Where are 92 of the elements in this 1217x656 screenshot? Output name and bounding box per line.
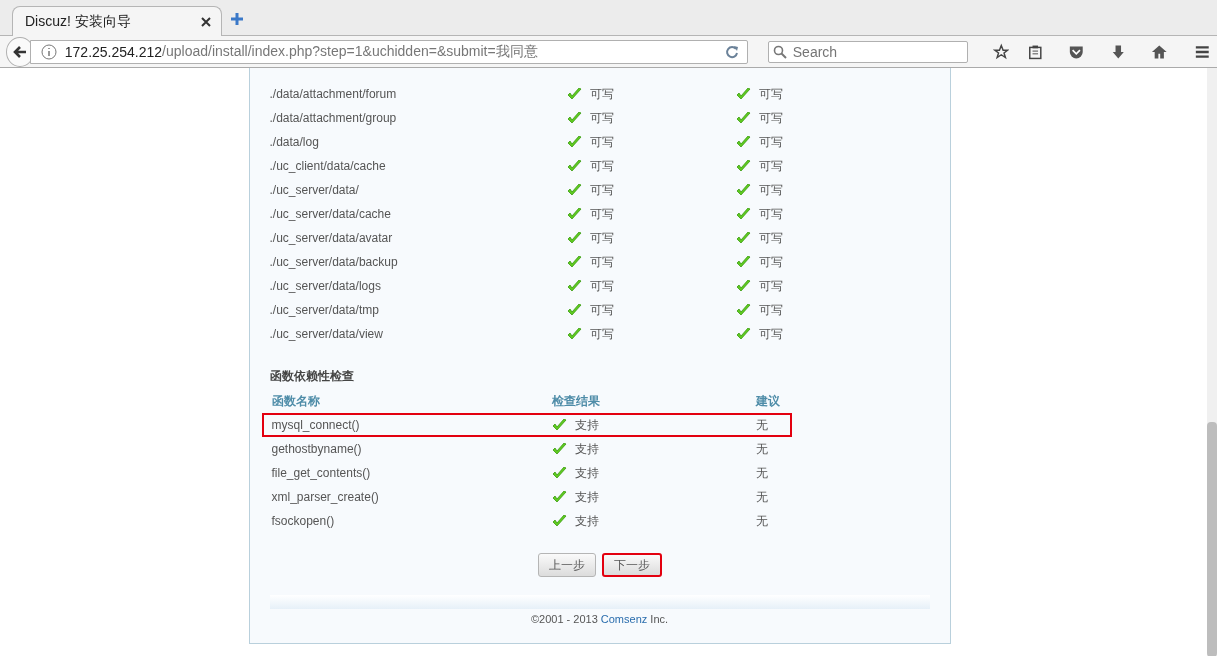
company-link[interactable]: Comsenz (600, 613, 648, 625)
directory-path: ./uc_server/data/tmp (269, 303, 380, 317)
check-icon (735, 279, 751, 293)
status-text: 可写 (758, 301, 783, 319)
column-header: 建议 (755, 392, 781, 410)
status-text: 支持 (574, 488, 599, 506)
check-icon (566, 279, 582, 293)
check-icon (566, 111, 582, 125)
status-text: 可写 (758, 85, 783, 103)
address-field[interactable]: 172.25.254.212/upload/install/index.php?step=1&uchidden=&submit=我同意 (29, 39, 748, 64)
advice-text: 无 (755, 512, 769, 530)
check-icon (735, 255, 751, 269)
status-text: 可写 (589, 229, 614, 247)
previous-button[interactable]: 上一步 (537, 553, 596, 577)
function-name: gethostbyname() (271, 442, 363, 456)
info-icon[interactable] (40, 43, 57, 60)
status-text: 可写 (758, 205, 783, 223)
status-text: 可写 (589, 85, 614, 103)
status-text: 可写 (589, 325, 614, 343)
status-text: 可写 (758, 157, 783, 175)
status-text: 可写 (589, 181, 614, 199)
status-text: 可写 (758, 325, 783, 343)
check-icon (735, 207, 751, 221)
check-icon (566, 303, 582, 317)
advice-text: 无 (755, 440, 769, 458)
check-icon (735, 183, 751, 197)
check-icon (566, 327, 582, 341)
status-text: 支持 (574, 416, 599, 434)
advice-text: 无 (755, 416, 769, 434)
function-name: xml_parser_create() (271, 490, 380, 504)
status-text: 可写 (589, 277, 614, 295)
function-name: mysql_connect() (271, 418, 361, 432)
check-icon (566, 135, 582, 149)
status-text: 可写 (589, 205, 614, 223)
directory-path: ./uc_server/data/view (269, 327, 384, 341)
check-icon (735, 231, 751, 245)
status-text: 支持 (574, 464, 599, 482)
check-icon (566, 255, 582, 269)
column-header: 函数名称 (271, 392, 321, 410)
close-icon[interactable] (201, 16, 211, 27)
status-text: 可写 (589, 157, 614, 175)
column-header: 检查结果 (551, 392, 601, 410)
status-text: 可写 (758, 133, 783, 151)
check-icon (551, 442, 567, 456)
status-text: 可写 (758, 277, 783, 295)
star-icon[interactable] (992, 42, 1010, 61)
directory-path: ./data/attachment/forum (269, 87, 398, 101)
directory-path: ./uc_server/data/ (269, 183, 360, 197)
status-text: 可写 (589, 133, 614, 151)
directory-path: ./uc_server/data/backup (269, 255, 399, 269)
next-button[interactable]: 下一步 (601, 553, 662, 577)
copyright-text: ©2001 - 2013 Comsenz Inc. (530, 613, 669, 625)
check-icon (735, 111, 751, 125)
check-icon (566, 207, 582, 221)
status-text: 可写 (758, 229, 783, 247)
check-icon (566, 159, 582, 173)
advice-text: 无 (755, 464, 769, 482)
check-icon (551, 490, 567, 504)
check-icon (735, 135, 751, 149)
reload-icon[interactable] (724, 44, 739, 59)
check-icon (566, 231, 582, 245)
directory-path: ./uc_server/data/cache (269, 207, 392, 221)
section-title: 函数依赖性检查 (269, 368, 355, 385)
check-icon (551, 418, 567, 432)
status-text: 支持 (574, 440, 599, 458)
back-arrow-icon[interactable] (11, 43, 28, 60)
check-icon (566, 87, 582, 101)
check-icon (551, 466, 567, 480)
directory-path: ./uc_server/data/logs (269, 279, 382, 293)
function-name: file_get_contents() (271, 466, 372, 480)
status-text: 可写 (758, 253, 783, 271)
directory-path: ./data/log (269, 135, 320, 149)
check-icon (566, 183, 582, 197)
directory-path: ./uc_server/data/avatar (269, 231, 394, 245)
directory-path: ./data/attachment/group (269, 111, 398, 125)
check-icon (735, 303, 751, 317)
check-icon (735, 159, 751, 173)
plus-icon[interactable] (230, 12, 244, 26)
check-icon (735, 87, 751, 101)
status-text: 可写 (589, 301, 614, 319)
check-icon (735, 327, 751, 341)
check-icon (551, 514, 567, 528)
status-text: 支持 (574, 512, 599, 530)
status-text: 可写 (758, 181, 783, 199)
status-text: 可写 (589, 253, 614, 271)
function-name: fsockopen() (271, 514, 336, 528)
search-field[interactable]: Search (767, 40, 968, 63)
advice-text: 无 (755, 488, 769, 506)
directory-path: ./uc_client/data/cache (269, 159, 387, 173)
browser-tab[interactable]: Discuz! 安装向导 (12, 6, 222, 36)
status-text: 可写 (589, 109, 614, 127)
status-text: 可写 (758, 109, 783, 127)
